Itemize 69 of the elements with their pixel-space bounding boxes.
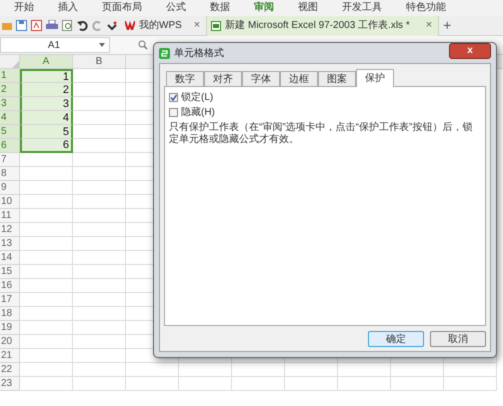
dialog-title: 单元格格式 xyxy=(174,46,224,60)
zoom-icon[interactable] xyxy=(138,40,148,50)
undo-icon[interactable] xyxy=(77,20,88,31)
cell-reference: A1 xyxy=(48,38,60,52)
table-cell xyxy=(285,363,338,377)
column-header[interactable]: B xyxy=(96,54,102,69)
table-cell xyxy=(285,377,338,391)
table-cell xyxy=(232,377,285,391)
dialog-tab[interactable]: 保护 xyxy=(356,69,394,87)
print-icon[interactable] xyxy=(46,20,58,31)
close-button[interactable]: x xyxy=(449,43,491,59)
dialog-tab[interactable]: 对齐 xyxy=(204,71,242,86)
table-cell xyxy=(126,363,179,377)
table-cell: 1 xyxy=(20,69,73,83)
preview-icon[interactable] xyxy=(62,20,73,31)
menu-tab[interactable]: 审阅 xyxy=(242,0,286,16)
table-cell xyxy=(73,349,126,363)
app-logo-icon xyxy=(159,48,170,58)
spreadsheet-icon xyxy=(211,20,222,30)
table-cell xyxy=(73,377,126,391)
menu-tab[interactable]: 开始 xyxy=(2,0,46,16)
menu-tab[interactable]: 插入 xyxy=(46,0,90,16)
dialog-tab[interactable]: 数字 xyxy=(166,71,204,86)
table-cell xyxy=(179,363,232,377)
table-cell: 3 xyxy=(20,97,73,111)
tab-label: 我的WPS xyxy=(139,18,182,33)
dialog-button[interactable]: 取消 xyxy=(430,331,486,347)
menu-tab[interactable]: 视图 xyxy=(286,0,330,16)
dialog-tab[interactable]: 图案 xyxy=(318,71,356,86)
checkbox-label: 隐藏(H) xyxy=(181,106,215,119)
table-cell xyxy=(338,363,391,377)
menu-tab[interactable]: 公式 xyxy=(154,0,198,16)
table-cell xyxy=(444,363,497,377)
pdf-icon[interactable] xyxy=(31,20,42,31)
checkbox[interactable] xyxy=(169,93,178,102)
name-box[interactable]: A1 xyxy=(0,37,110,53)
dialog-button[interactable]: 确定 xyxy=(368,331,424,347)
new-tab-button[interactable]: + xyxy=(443,15,452,36)
menu-tab[interactable]: 特色功能 xyxy=(394,0,458,16)
dialog-tab[interactable]: 边框 xyxy=(280,71,318,86)
column-header[interactable]: A xyxy=(42,54,50,69)
dropdown-icon[interactable] xyxy=(107,20,117,30)
tab-label: 新建 Microsoft Excel 97-2003 工作表.xls * xyxy=(225,18,410,33)
save-icon[interactable] xyxy=(16,20,27,31)
help-text: 只有保护工作表（在“审阅”选项卡中，点击“保护工作表”按钮）后，锁定单元格或隐藏公式才有效。 xyxy=(169,122,474,146)
table-cell xyxy=(391,377,444,391)
caret-icon[interactable] xyxy=(98,43,105,47)
table-cell: 6 xyxy=(20,139,73,153)
close-button[interactable]: × xyxy=(194,17,200,34)
document-tab[interactable]: 我的WPS × xyxy=(121,16,206,36)
document-tab[interactable]: 新建 Microsoft Excel 97-2003 工作表.xls * × xyxy=(206,16,440,36)
logo-icon xyxy=(125,21,135,30)
table-cell: 2 xyxy=(20,83,73,97)
checkbox[interactable] xyxy=(169,108,178,117)
menu-tab[interactable]: 页面布局 xyxy=(90,0,154,16)
table-cell xyxy=(338,377,391,391)
table-cell xyxy=(179,377,232,391)
checkbox-label: 锁定(L) xyxy=(181,91,214,104)
menu-tab[interactable]: 数据 xyxy=(198,0,242,16)
table-cell xyxy=(73,363,126,377)
table-cell xyxy=(232,363,285,377)
table-cell xyxy=(126,377,179,391)
table-cell xyxy=(444,377,497,391)
dialog-tab[interactable]: 字体 xyxy=(242,71,280,86)
table-cell: 5 xyxy=(20,125,73,139)
close-button[interactable]: × xyxy=(426,17,432,34)
table-cell: 4 xyxy=(20,111,73,125)
menu-tab[interactable]: 开发工具 xyxy=(330,0,394,16)
table-cell xyxy=(391,363,444,377)
